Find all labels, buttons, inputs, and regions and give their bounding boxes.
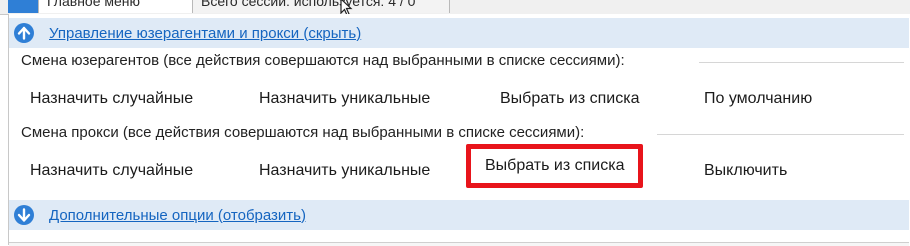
useragent-unique-button[interactable]: Назначить уникальные	[259, 90, 430, 108]
useragent-random-button[interactable]: Назначить случайные	[30, 90, 193, 108]
proxy-random-button[interactable]: Назначить случайные	[30, 162, 193, 180]
useragent-group-label: Смена юзерагентов (все действия совершаю…	[21, 52, 625, 69]
useragent-proxy-toggle-link[interactable]: Управление юзерагентами и прокси (скрыть…	[49, 25, 361, 42]
divider	[657, 134, 904, 135]
useragent-from-list-button[interactable]: Выбрать из списка	[500, 90, 639, 108]
tab-sessions[interactable]: Всего сессий: используется: 4 / 0	[192, 0, 450, 13]
tab-main-menu[interactable]: Главное меню	[38, 0, 206, 13]
additional-options-header[interactable]: Дополнительные опции (отобразить)	[9, 200, 909, 230]
useragent-default-button[interactable]: По умолчанию	[704, 90, 812, 108]
proxy-unique-button[interactable]: Назначить уникальные	[259, 162, 430, 180]
useragent-proxy-header[interactable]: Управление юзерагентами и прокси (скрыть…	[9, 18, 909, 48]
divider	[699, 62, 904, 63]
additional-options-toggle-link[interactable]: Дополнительные опции (отобразить)	[49, 207, 306, 224]
chevron-up-icon[interactable]	[13, 22, 35, 44]
proxy-group-label: Смена прокси (все действия совершаются н…	[21, 124, 585, 141]
proxy-disable-button[interactable]: Выключить	[704, 162, 787, 180]
tab-strip: Главное меню Всего сессий: используется:…	[0, 0, 910, 15]
proxy-from-list-button[interactable]: Выбрать из списка	[466, 144, 644, 188]
table-header-strip	[9, 242, 909, 246]
settings-panel: Управление юзерагентами и прокси (скрыть…	[8, 14, 910, 246]
chevron-down-icon[interactable]	[13, 204, 35, 226]
